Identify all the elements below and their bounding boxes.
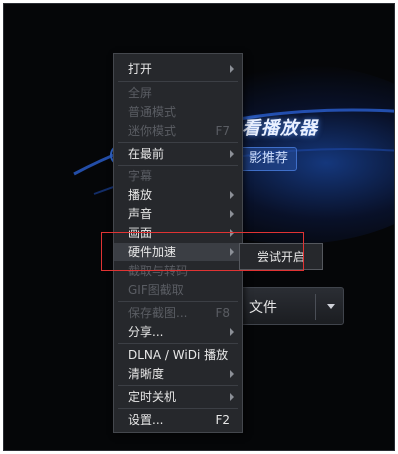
menu-divider — [118, 165, 238, 166]
menu-item-label: GIF图截取 — [128, 283, 184, 297]
submenu-arrow-icon — [230, 370, 234, 378]
menu-item-label: 定时关机 — [128, 390, 177, 404]
menu-item-shortcut: F8 — [215, 306, 230, 320]
menu-divider — [118, 301, 238, 302]
menu-item-fullscreen[interactable]: 全屏 — [114, 84, 242, 102]
menu-divider — [118, 385, 238, 386]
open-file-separator — [315, 294, 316, 320]
menu-item-label: 设置... — [128, 413, 164, 427]
menu-item-timer-shutdown[interactable]: 定时关机 — [114, 388, 242, 406]
player-brand-title: 看播放器 — [242, 118, 318, 139]
menu-item-label: DLNA / WiDi 播放 — [128, 348, 229, 362]
menu-item-dlna-widi[interactable]: DLNA / WiDi 播放 — [114, 346, 242, 364]
menu-item-always-on-top[interactable]: 在最前 — [114, 145, 242, 163]
open-file-button[interactable]: 文件 — [234, 287, 344, 325]
menu-item-label: 全屏 — [128, 86, 153, 100]
open-file-dropdown-icon[interactable] — [327, 304, 335, 309]
menu-item-save-screenshot[interactable]: 保存截图... F8 — [114, 304, 242, 322]
menu-item-label: 打开 — [128, 62, 153, 76]
menu-item-audio[interactable]: 声音 — [114, 205, 242, 223]
menu-item-label: 清晰度 — [128, 367, 165, 381]
menu-item-shortcut: F2 — [215, 413, 230, 427]
menu-item-label: 分享... — [128, 325, 164, 339]
recommend-button[interactable]: 影推荐 — [240, 147, 298, 171]
menu-item-mini-mode[interactable]: 迷你模式 F7 — [114, 122, 242, 140]
menu-item-label: 播放 — [128, 188, 153, 202]
menu-divider — [118, 408, 238, 409]
submenu-arrow-icon — [230, 328, 234, 336]
menu-item-label: 迷你模式 — [128, 124, 177, 138]
menu-item-subtitles[interactable]: 字幕 — [114, 167, 242, 185]
menu-item-shortcut: F7 — [215, 124, 230, 138]
submenu-arrow-icon — [230, 210, 234, 218]
submenu-arrow-icon — [230, 150, 234, 158]
submenu-arrow-icon — [230, 393, 234, 401]
menu-item-label: 保存截图... — [128, 306, 188, 320]
open-file-label: 文件 — [249, 300, 277, 316]
menu-item-share[interactable]: 分享... — [114, 323, 242, 341]
menu-divider — [118, 343, 238, 344]
menu-item-gif-capture[interactable]: GIF图截取 — [114, 281, 242, 299]
menu-item-open[interactable]: 打开 — [114, 60, 242, 78]
menu-item-playback[interactable]: 播放 — [114, 186, 242, 204]
menu-divider — [118, 81, 238, 82]
menu-item-label: 普通模式 — [128, 105, 177, 119]
menu-item-settings[interactable]: 设置... F2 — [114, 411, 242, 429]
menu-item-label: 声音 — [128, 207, 153, 221]
annotation-highlight-box — [101, 232, 304, 271]
menu-item-normal-mode[interactable]: 普通模式 — [114, 103, 242, 121]
submenu-arrow-icon — [230, 65, 234, 73]
menu-item-quality[interactable]: 清晰度 — [114, 365, 242, 383]
submenu-arrow-icon — [230, 191, 234, 199]
menu-item-label: 字幕 — [128, 169, 153, 183]
menu-item-label: 在最前 — [128, 147, 165, 161]
menu-divider — [118, 142, 238, 143]
